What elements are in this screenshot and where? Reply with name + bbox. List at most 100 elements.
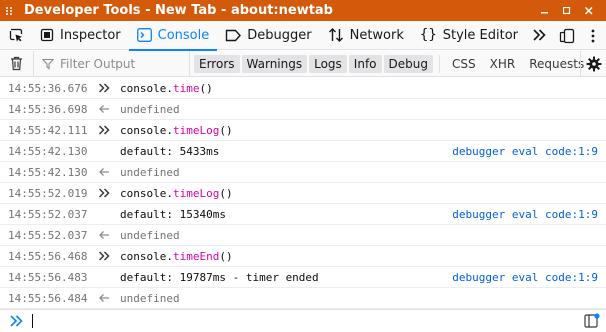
tab-debugger[interactable]: Debugger [217,21,319,50]
close-button[interactable] [578,0,600,21]
debugger-icon [226,29,242,41]
console-message-log[interactable]: 14:55:42.130 default: 5433ms debugger eval… [0,141,606,162]
message-source-link[interactable]: debugger eval code:1:9 [452,271,598,284]
tab-style-editor[interactable]: {} Style Editor [412,21,526,50]
code-args: () [219,186,233,200]
filter-errors-button[interactable]: Errors [194,54,240,73]
editor-mode-button[interactable] [584,313,600,329]
message-body: undefined [120,165,180,179]
console-message-command[interactable]: 14:55:42.111 console.timeLog() [0,120,606,141]
filter-css-button[interactable]: CSS [446,55,482,73]
toolbox-tabbar: Inspector Console Debugger Network {} St… [0,21,606,51]
input-chevron-icon [97,183,111,204]
message-timestamp: 14:55:42.130 [8,144,88,158]
filter-output-field[interactable] [34,50,190,77]
window-dock-icon [559,28,575,43]
console-message-result[interactable]: 14:55:52.037 undefined [0,225,606,246]
network-icon [328,28,343,42]
split-window-button[interactable] [554,21,580,50]
filter-output-input[interactable] [60,56,180,71]
code-dot: . [166,186,173,200]
code-method: timeLog [172,123,220,137]
log-level-filters: Errors Warnings Logs Info Debug [194,54,440,73]
clear-console-button[interactable] [0,50,34,77]
message-timestamp: 14:55:52.037 [8,228,88,242]
input-chevron-icon [97,120,111,141]
trash-icon [11,56,22,71]
message-timestamp: 14:55:56.483 [8,270,88,284]
message-body: undefined [120,228,180,242]
console-input-line[interactable] [0,309,606,332]
code-args: () [219,123,233,137]
minimize-icon [541,11,548,13]
element-picker-icon [9,28,23,42]
tab-console[interactable]: Console [128,21,218,51]
filter-xhr-button[interactable]: XHR [484,55,522,73]
console-message-result[interactable]: 14:55:36.698 undefined [0,99,606,120]
code-method: time [172,81,200,95]
message-timestamp: 14:55:36.698 [8,102,88,116]
filter-warnings-button[interactable]: Warnings [241,54,308,73]
close-icon [585,6,593,15]
console-message-result[interactable]: 14:55:56.484 undefined [0,288,606,309]
code-dot: . [166,81,173,95]
code-object: console [120,186,167,200]
tab-inspector-label: Inspector [60,27,121,43]
input-chevron-icon [97,246,111,267]
console-settings-button[interactable] [580,51,606,77]
category-filters: CSS XHR Requests [446,55,590,73]
code-dot: . [166,249,173,263]
maximize-button[interactable] [556,0,578,21]
console-message-result[interactable]: 14:55:42.130 undefined [0,162,606,183]
code-args: () [219,249,233,263]
result-arrow-icon [97,225,111,246]
message-body: default: 5433ms [120,144,220,158]
code-dot: . [166,123,173,137]
toolbox-menu-button[interactable] [580,21,606,50]
more-tools-button[interactable] [526,21,552,50]
code-method: timeEnd [172,249,220,263]
console-output[interactable]: 14:55:36.676 console.time() 14:55:36.698 un… [0,78,606,309]
message-body: console.timeLog() [120,124,233,137]
message-source-link[interactable]: debugger eval code:1:9 [452,208,598,221]
console-message-log[interactable]: 14:55:52.037 default: 15340ms debugger eva… [0,204,606,225]
console-message-command[interactable]: 14:55:52.019 console.timeLog() [0,183,606,204]
filter-logs-button[interactable]: Logs [309,54,347,73]
message-timestamp: 14:55:52.037 [8,207,88,221]
console-message-command[interactable]: 14:55:56.468 console.timeEnd() [0,246,606,267]
console-filter-bar: Errors Warnings Logs Info Debug CSS XHR … [0,50,606,77]
result-arrow-icon [97,162,111,183]
kebab-menu-icon [591,29,595,42]
message-body: console.timeLog() [120,187,233,200]
message-timestamp: 14:55:42.130 [8,165,88,179]
message-timestamp: 14:55:42.111 [8,123,88,137]
tab-network[interactable]: Network [320,21,412,50]
element-picker-button[interactable] [0,21,32,50]
code-object: console [120,123,167,137]
filter-info-button[interactable]: Info [348,54,382,73]
message-body: undefined [120,291,180,305]
text-caret [32,314,33,328]
code-args: () [199,81,213,95]
filter-debug-button[interactable]: Debug [383,54,433,73]
console-message-command[interactable]: 14:55:36.676 console.time() [0,78,606,99]
filter-icon [42,58,54,70]
code-object: console [120,249,167,263]
minimize-button[interactable] [534,0,556,21]
message-timestamp: 14:55:52.019 [8,186,88,200]
prompt-chevron-icon [0,310,32,332]
message-body: default: 15340ms [120,207,226,221]
message-body: console.time() [120,82,213,95]
message-body: default: 19787ms - timer ended [120,270,319,284]
input-chevron-icon [97,78,111,99]
console-message-log[interactable]: 14:55:56.483 default: 19787ms - timer end… [0,267,606,288]
tab-console-label: Console [157,27,210,43]
maximize-icon [563,6,571,14]
tab-inspector[interactable]: Inspector [32,21,129,50]
editor-toggle-icon [584,313,600,328]
window-title-bar[interactable]: Developer Tools - New Tab - about:newtab [0,0,606,21]
gear-icon [586,56,601,72]
drag-grip-icon[interactable] [0,0,18,21]
console-icon [136,28,152,42]
message-source-link[interactable]: debugger eval code:1:9 [452,145,598,158]
